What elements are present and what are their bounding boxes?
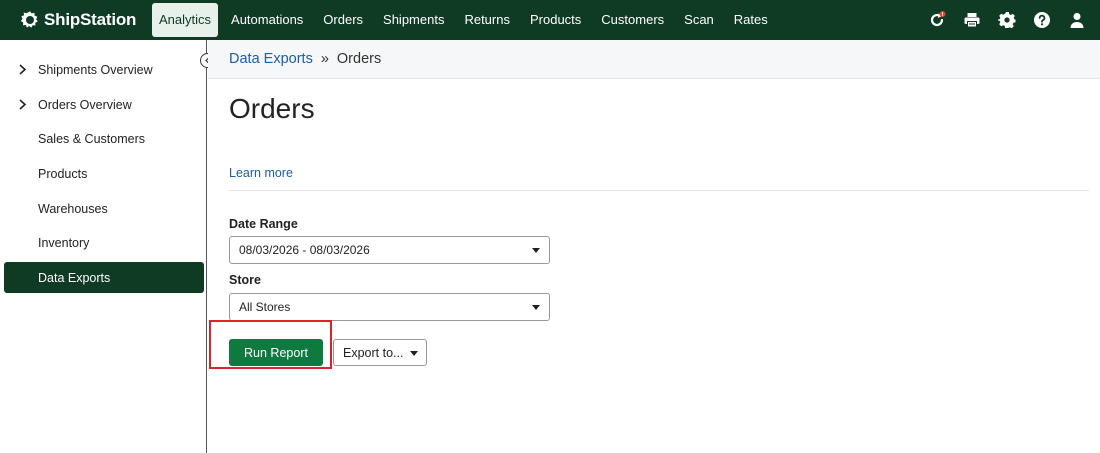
sidebar-item-label: Data Exports [38, 270, 111, 285]
export-to-dropdown[interactable]: Export to... [333, 339, 427, 366]
nav-customers[interactable]: Customers [594, 3, 671, 37]
nav-analytics[interactable]: Analytics [152, 3, 219, 37]
store-value: All Stores [239, 300, 291, 314]
chevron-right-icon [18, 64, 32, 75]
sidebar-item-sales-customers[interactable]: Sales & Customers [4, 123, 204, 154]
nav-scan[interactable]: Scan [677, 3, 721, 37]
breadcrumb-link-data-exports[interactable]: Data Exports [229, 51, 313, 67]
sidebar-item-label: Orders Overview [38, 97, 132, 112]
page-title: Orders [229, 93, 315, 124]
sidebar-item-data-exports[interactable]: Data Exports [4, 262, 204, 293]
shipstation-gear-icon [20, 10, 40, 30]
store-label: Store [229, 273, 261, 287]
caret-down-icon [532, 248, 540, 253]
nav-automations[interactable]: Automations [224, 3, 310, 37]
sidebar-item-shipments-overview[interactable]: Shipments Overview [4, 54, 204, 85]
export-to-label: Export to... [343, 345, 404, 360]
sidebar-item-label: Warehouses [38, 201, 108, 216]
sidebar: Shipments Overview Orders Overview Sales… [0, 40, 207, 453]
learn-more-link[interactable]: Learn more [229, 166, 293, 180]
top-navigation-bar: ShipStation Analytics Automations Orders… [0, 0, 1100, 40]
nav-returns[interactable]: Returns [457, 3, 517, 37]
brand-logo[interactable]: ShipStation [20, 0, 152, 40]
caret-down-icon [410, 351, 418, 356]
printer-icon[interactable] [963, 11, 981, 29]
nav-orders[interactable]: Orders [316, 3, 370, 37]
gear-icon[interactable] [998, 11, 1016, 29]
sidebar-item-warehouses[interactable]: Warehouses [4, 193, 204, 224]
sidebar-item-label: Inventory [38, 235, 90, 250]
store-select[interactable]: All Stores [229, 293, 550, 321]
sidebar-item-label: Shipments Overview [38, 62, 153, 77]
brand-name: ShipStation [44, 10, 137, 29]
breadcrumb-current: Orders [336, 51, 382, 67]
help-icon[interactable] [1033, 11, 1051, 29]
breadcrumb-separator: » [320, 51, 329, 67]
sidebar-item-label: Products [38, 166, 88, 181]
caret-down-icon [532, 305, 540, 310]
nav-shipments[interactable]: Shipments [376, 3, 451, 37]
nav-products[interactable]: Products [523, 3, 588, 37]
top-icon-group [928, 0, 1086, 40]
sidebar-item-products[interactable]: Products [4, 158, 204, 189]
date-range-select[interactable]: 08/03/2026 - 08/03/2026 [229, 236, 550, 264]
sidebar-item-label: Sales & Customers [38, 131, 145, 146]
date-range-value: 08/03/2026 - 08/03/2026 [239, 243, 370, 257]
main-nav: Analytics Automations Orders Shipments R… [152, 0, 781, 40]
sidebar-item-inventory[interactable]: Inventory [4, 227, 204, 258]
refresh-alert-icon[interactable] [928, 11, 946, 29]
sidebar-item-orders-overview[interactable]: Orders Overview [4, 89, 204, 120]
breadcrumb: Data Exports » Orders [208, 40, 1100, 79]
run-report-button[interactable]: Run Report [229, 339, 323, 366]
nav-rates[interactable]: Rates [727, 3, 775, 37]
divider [229, 190, 1089, 191]
date-range-label: Date Range [229, 217, 298, 231]
chevron-right-icon [18, 99, 32, 110]
user-icon[interactable] [1068, 11, 1086, 29]
